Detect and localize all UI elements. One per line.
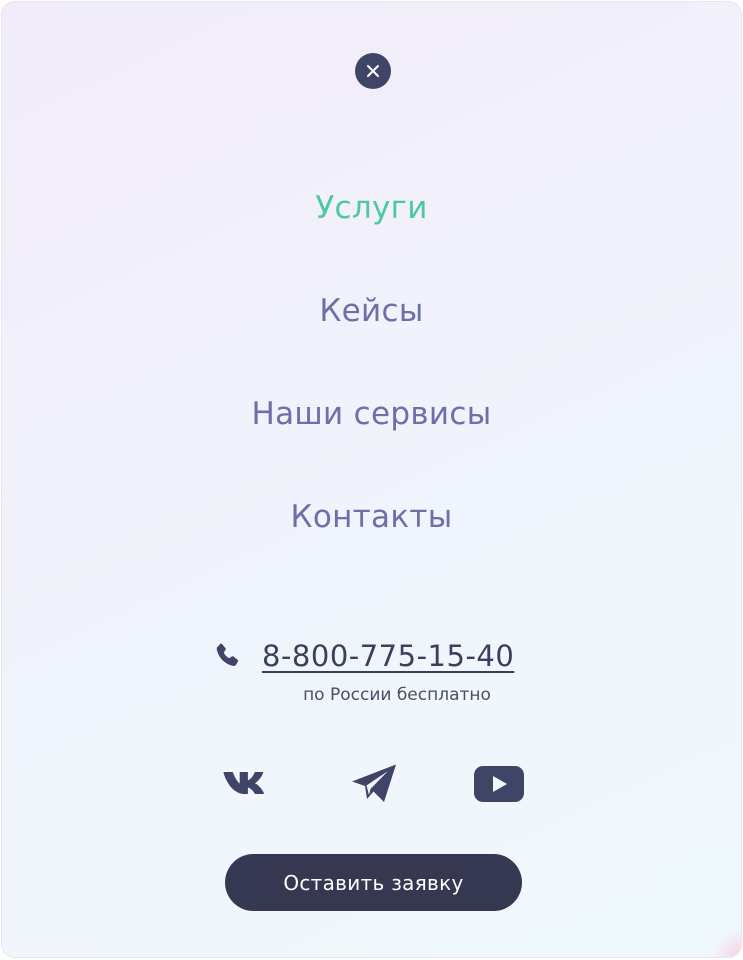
vk-link[interactable]: [222, 760, 276, 808]
nav-item-contacts[interactable]: Контакты: [2, 499, 741, 535]
youtube-icon: [474, 766, 524, 802]
phone-row: 8-800-775-15-40: [212, 638, 514, 674]
mobile-menu-panel: Услуги Кейсы Наши сервисы Контакты 8-800…: [1, 1, 742, 958]
telegram-link[interactable]: [348, 760, 400, 808]
youtube-link[interactable]: [472, 760, 526, 808]
nav-item-services[interactable]: Услуги: [2, 190, 741, 226]
vk-icon: [223, 772, 264, 794]
phone-note: по России бесплатно: [303, 685, 491, 705]
telegram-icon: [352, 764, 396, 802]
close-button[interactable]: [355, 53, 391, 89]
phone-link[interactable]: 8-800-775-15-40: [262, 639, 514, 673]
phone-icon: [216, 643, 239, 666]
nav-item-cases[interactable]: Кейсы: [2, 293, 741, 329]
close-icon: [367, 65, 379, 77]
nav-item-our-services[interactable]: Наши сервисы: [2, 396, 741, 432]
leave-request-button[interactable]: Оставить заявку: [225, 854, 522, 911]
corner-decoration: [711, 927, 741, 957]
